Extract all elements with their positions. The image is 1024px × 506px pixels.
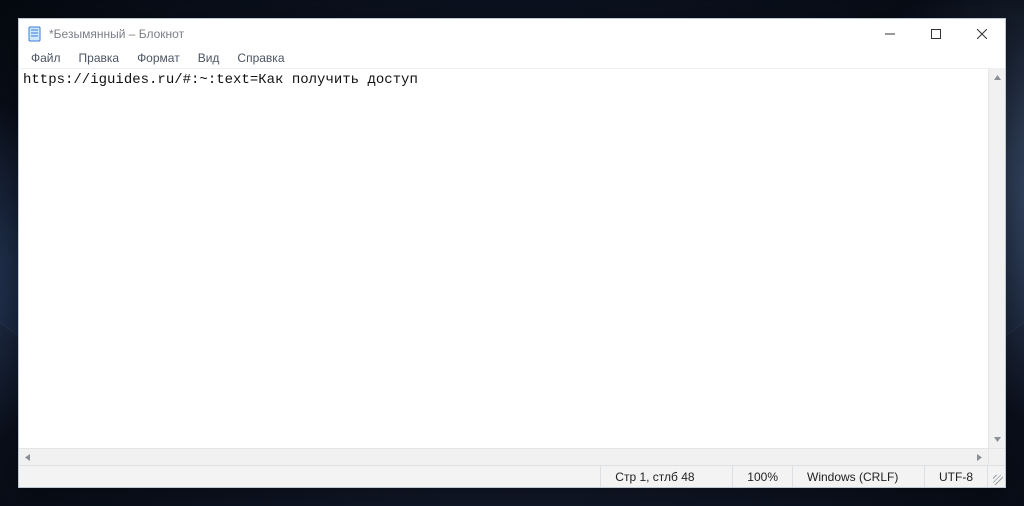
window-title: *Безымянный – Блокнот	[49, 27, 184, 41]
titlebar[interactable]: *Безымянный – Блокнот	[19, 19, 1005, 49]
scrollbar-corner	[988, 449, 1005, 465]
horizontal-scrollbar[interactable]	[19, 448, 1005, 465]
resize-grip-icon	[993, 475, 1003, 485]
menubar: Файл Правка Формат Вид Справка	[19, 49, 1005, 69]
scroll-right-arrow-icon[interactable]	[971, 449, 988, 465]
menu-edit[interactable]: Правка	[71, 50, 128, 66]
menu-format[interactable]: Формат	[129, 50, 188, 66]
scroll-down-arrow-icon[interactable]	[989, 431, 1005, 448]
minimize-icon	[885, 29, 895, 39]
window-controls	[867, 19, 1005, 49]
maximize-icon	[931, 29, 941, 39]
minimize-button[interactable]	[867, 19, 913, 49]
statusbar-spacer	[19, 466, 600, 487]
status-cursor-position: Стр 1, стлб 48	[600, 466, 732, 487]
resize-grip[interactable]	[987, 466, 1005, 487]
editor-area	[19, 69, 1005, 448]
close-icon	[977, 29, 987, 39]
maximize-button[interactable]	[913, 19, 959, 49]
vertical-scrollbar[interactable]	[988, 69, 1005, 448]
menu-file[interactable]: Файл	[23, 50, 69, 66]
notepad-window: *Безымянный – Блокнот Файл Пра	[18, 18, 1006, 488]
text-editor[interactable]	[19, 69, 988, 448]
status-line-ending: Windows (CRLF)	[792, 466, 924, 487]
horizontal-scroll-track[interactable]	[36, 449, 971, 465]
notepad-icon	[27, 26, 43, 42]
scroll-left-arrow-icon[interactable]	[19, 449, 36, 465]
close-button[interactable]	[959, 19, 1005, 49]
status-zoom: 100%	[732, 466, 792, 487]
scroll-up-arrow-icon[interactable]	[989, 69, 1005, 86]
status-encoding: UTF-8	[924, 466, 987, 487]
menu-view[interactable]: Вид	[190, 50, 228, 66]
statusbar: Стр 1, стлб 48 100% Windows (CRLF) UTF-8	[19, 465, 1005, 487]
menu-help[interactable]: Справка	[229, 50, 292, 66]
